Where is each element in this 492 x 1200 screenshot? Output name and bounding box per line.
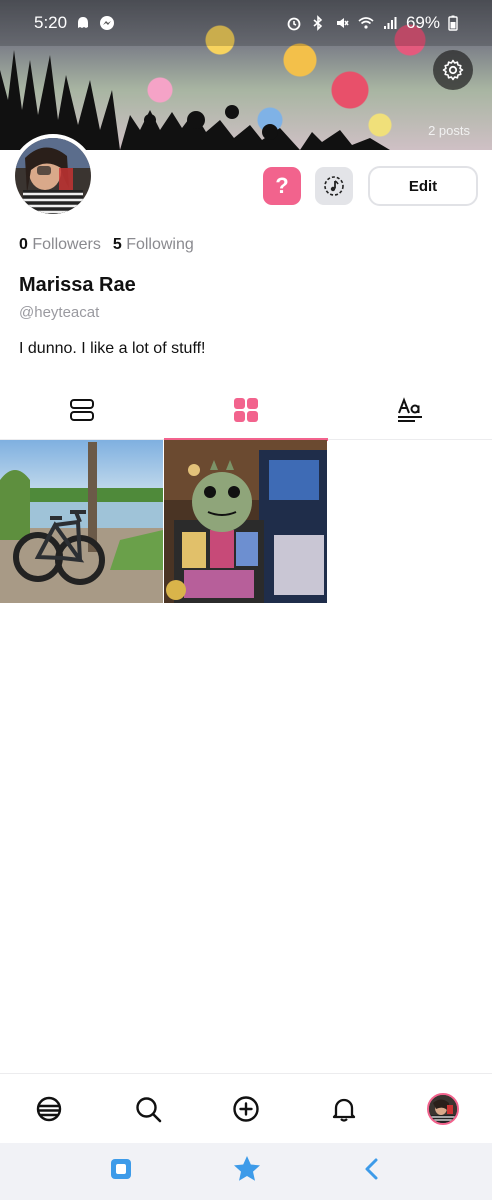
bicycle-photo	[0, 440, 163, 603]
wifi-icon	[358, 17, 374, 29]
nav-search[interactable]	[123, 1084, 173, 1134]
following-label: Following	[126, 236, 194, 253]
create-icon	[233, 1095, 259, 1122]
recent-apps-button[interactable]	[109, 1157, 133, 1186]
alarm-icon	[287, 17, 301, 31]
status-time: 5:20	[34, 13, 68, 32]
following-count: 5	[112, 236, 122, 253]
following-link[interactable]: 5 Following	[113, 236, 194, 254]
favorite-star-icon	[233, 1156, 260, 1181]
bluetooth-icon	[313, 15, 323, 31]
bottom-navigation	[0, 1073, 492, 1143]
display-name: Marissa Rae	[19, 274, 136, 296]
username-handle: @heyteacat	[19, 304, 100, 321]
favorite-button[interactable]	[232, 1154, 262, 1189]
nav-create[interactable]	[221, 1084, 271, 1134]
avatar-photo	[15, 138, 91, 214]
system-navigation	[0, 1143, 492, 1200]
post-thumbnail[interactable]	[0, 440, 163, 603]
music-button[interactable]	[315, 167, 353, 205]
avatar-mini-photo	[428, 1094, 457, 1123]
tab-grid-view[interactable]	[164, 380, 328, 441]
profile-avatar	[426, 1092, 459, 1125]
battery-percent: 69%	[405, 13, 440, 32]
view-tabs	[0, 380, 492, 441]
edit-profile-button[interactable]: Edit	[368, 166, 478, 206]
home-icon	[36, 1096, 62, 1121]
back-icon	[365, 1158, 378, 1180]
back-button[interactable]	[361, 1157, 383, 1186]
recent-apps-icon	[111, 1159, 132, 1179]
battery-icon	[448, 15, 458, 31]
followers-label: Followers	[32, 236, 101, 253]
nav-home[interactable]	[24, 1084, 74, 1134]
grid-icon	[234, 398, 258, 422]
question-mark: ?	[275, 173, 289, 198]
bell-icon	[333, 1098, 356, 1122]
settings-button[interactable]	[433, 50, 473, 90]
ghost-icon	[78, 17, 89, 28]
posts-count: 2 posts	[428, 123, 470, 138]
question-button[interactable]: ?	[263, 167, 301, 205]
messenger-icon	[100, 16, 115, 30]
profile-avatar[interactable]	[11, 134, 95, 218]
gear-icon	[442, 59, 464, 81]
nav-notifications[interactable]	[319, 1084, 369, 1134]
post-thumbnail[interactable]	[164, 440, 327, 603]
signal-icon	[383, 17, 397, 29]
profile-banner: 5:20 69% 2 posts	[0, 0, 492, 150]
mute-icon	[336, 18, 349, 28]
list-icon	[70, 399, 94, 421]
text-icon	[398, 397, 422, 422]
plush-cards-photo	[164, 440, 327, 603]
tab-text-view[interactable]	[328, 380, 492, 440]
tab-list-view[interactable]	[0, 380, 164, 440]
nav-profile[interactable]	[418, 1084, 468, 1134]
search-icon	[135, 1096, 161, 1122]
profile-bio: I dunno. I like a lot of stuff!	[19, 340, 206, 357]
music-note-icon	[324, 176, 344, 196]
followers-link[interactable]: 0 Followers	[19, 236, 101, 254]
follow-counts: 0 Followers 5 Following	[19, 236, 194, 254]
status-bar: 5:20 69%	[0, 0, 492, 46]
followers-count: 0	[19, 236, 28, 253]
